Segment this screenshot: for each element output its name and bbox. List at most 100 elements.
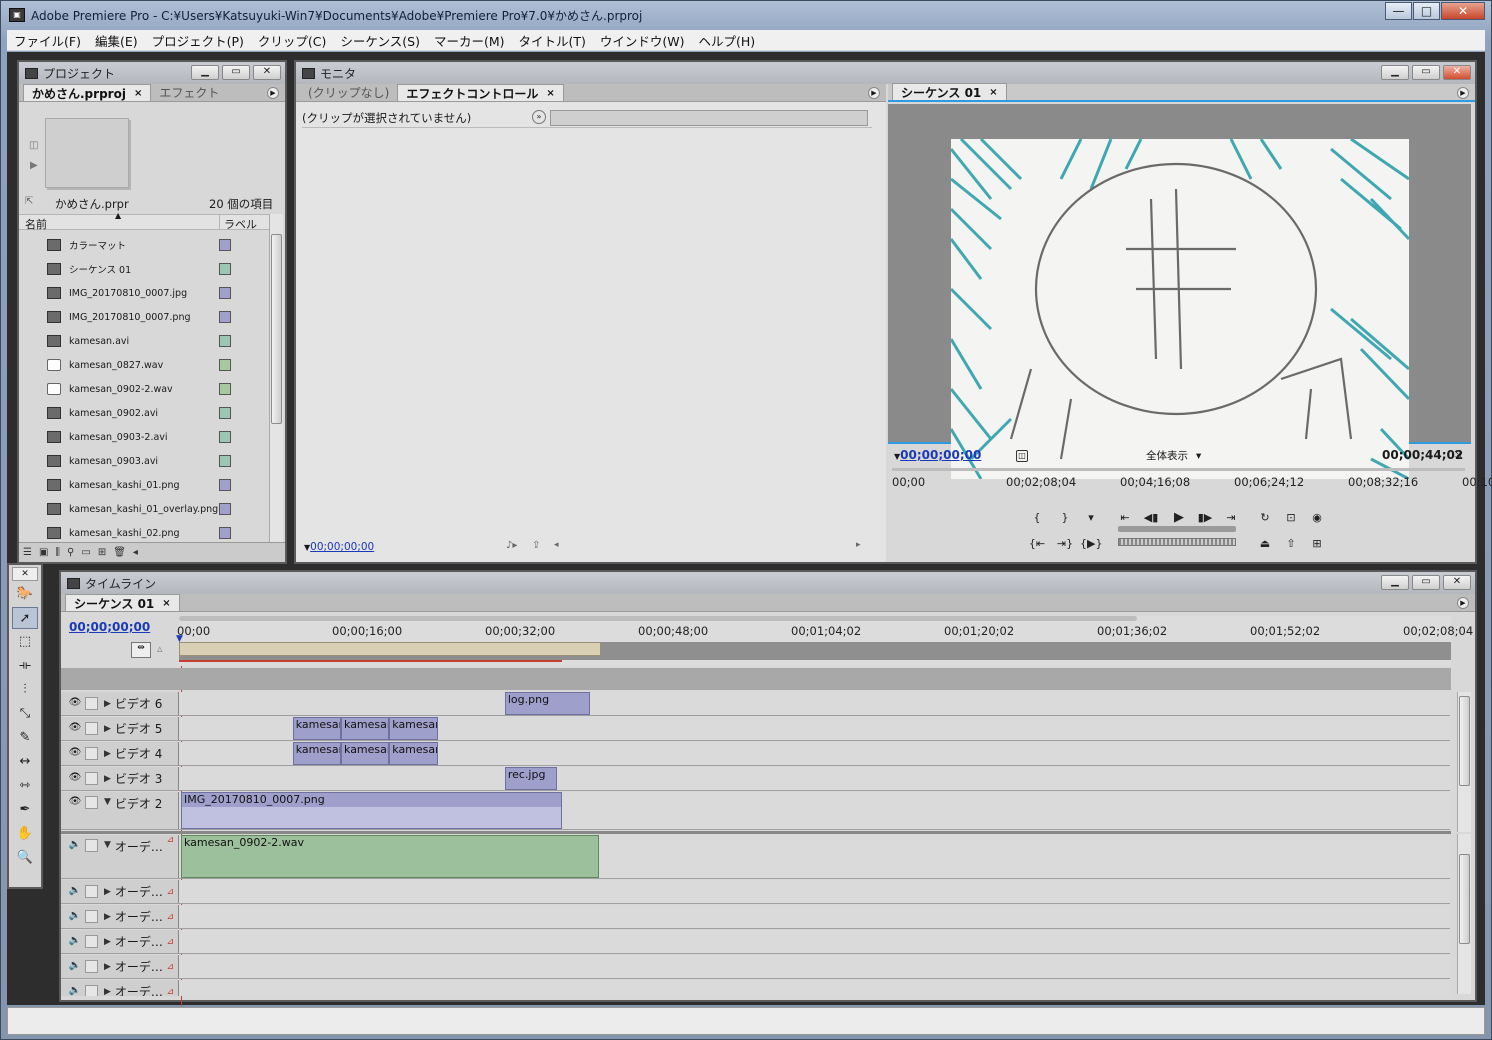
automate-icon[interactable]: ⫼ (55, 547, 60, 558)
ruler-toggle-icon[interactable]: ⇲ (1454, 450, 1462, 460)
video-clip[interactable]: log.png (504, 692, 590, 715)
program-timecode[interactable]: ▼00;00;00;00 (894, 448, 981, 462)
jog-wheel[interactable] (1118, 538, 1236, 546)
snap-toggle-icon[interactable]: ⇹ (131, 642, 151, 658)
monitor-close-button[interactable]: ✕ (1443, 65, 1471, 80)
video-clip[interactable]: kamesan (341, 742, 390, 765)
track-expand-icon[interactable]: ▶ (104, 774, 111, 784)
lock-toggle[interactable] (85, 885, 98, 898)
video-track[interactable]: 👁 ▶ ビデオ 3 rec.jpg (61, 767, 1450, 791)
go-to-in-button[interactable]: ⇤ (1114, 508, 1136, 528)
tab-timeline-sequence[interactable]: シーケンス 01 × (65, 594, 180, 611)
timeline-minimize-button[interactable]: ▁ (1381, 575, 1409, 590)
sync-lock-icon[interactable]: ⊿ (166, 835, 174, 845)
video-track[interactable]: 👁 ▶ ビデオ 6 log.png (61, 692, 1450, 716)
maximize-button[interactable]: □ (1413, 2, 1440, 20)
eye-icon[interactable]: 👁 (67, 722, 83, 736)
icon-view-icon[interactable]: ▣ (39, 547, 48, 558)
menu-edit[interactable]: 編集(E) (88, 31, 145, 50)
lock-toggle[interactable] (85, 985, 98, 996)
project-panel-close-button[interactable]: ✕ (253, 65, 281, 80)
menu-marker[interactable]: マーカー(M) (427, 31, 512, 50)
tab-effects[interactable]: エフェクト (151, 84, 227, 101)
timeline-restore-button[interactable]: ▭ (1412, 575, 1440, 590)
track-select-icon[interactable]: 🐎 (12, 583, 38, 605)
play-in-to-out-button[interactable]: {▶} (1080, 534, 1102, 554)
video-scrollbar[interactable] (1457, 692, 1471, 832)
step-forward-button[interactable]: ▮▶ (1194, 508, 1216, 528)
work-area-bar[interactable] (179, 642, 601, 656)
extract-button[interactable]: ⇧ (1280, 534, 1302, 554)
set-marker-icon[interactable]: ▵ (157, 642, 163, 655)
audio-only-icon[interactable]: ♪▸ (506, 540, 517, 551)
sync-lock-icon[interactable]: ⊿ (166, 937, 174, 947)
program-time-ruler[interactable]: 00;00 00;02;08;04 00;04;16;08 00;06;24;12 00… (892, 468, 1492, 492)
timeline-ruler[interactable]: 00;00 00;00;16;00 00;00;32;00 00;00;48;00 00… (176, 616, 1473, 666)
speaker-icon[interactable]: 🔈 (67, 935, 83, 949)
mark-in-button[interactable]: { (1026, 508, 1048, 528)
project-item[interactable]: kamesan.avi (19, 329, 264, 353)
new-bin-icon[interactable]: ▭ (81, 547, 90, 558)
project-item[interactable]: シーケンス 01 (19, 257, 264, 281)
menu-clip[interactable]: クリップ(C) (251, 31, 333, 50)
project-scrollbar[interactable] (269, 214, 283, 544)
effect-scrollbar[interactable] (870, 130, 884, 530)
speaker-icon[interactable]: 🔈 (67, 910, 83, 924)
find-icon[interactable]: ⚲ (67, 547, 74, 558)
safe-margin-icon[interactable]: ◫ (1016, 450, 1028, 462)
video-clip[interactable]: kamesan (341, 717, 390, 740)
track-expand-icon[interactable]: ▶ (104, 887, 111, 897)
go-to-out-button[interactable]: ⇥ (1220, 508, 1242, 528)
eye-icon[interactable]: 👁 (67, 697, 83, 711)
bin-up-icon[interactable]: ⇱ (25, 196, 33, 207)
rolling-edit-icon[interactable]: ⫶ (12, 679, 38, 701)
track-expand-icon[interactable]: ▼ (104, 840, 111, 850)
close-tab-icon[interactable]: × (162, 598, 170, 609)
timeline-close-button[interactable]: ✕ (1443, 575, 1471, 590)
video-clip[interactable]: IMG_20170810_0007.png (181, 792, 562, 829)
menu-window[interactable]: ウインドウ(W) (593, 31, 692, 50)
menu-sequence[interactable]: シーケンス(S) (333, 31, 427, 50)
eye-icon[interactable]: 👁 (67, 772, 83, 786)
close-tab-icon[interactable]: × (134, 88, 142, 99)
track-expand-icon[interactable]: ▶ (104, 937, 111, 947)
project-item[interactable]: kamesan_kashi_01_overlay.png (19, 497, 264, 521)
sync-lock-icon[interactable]: ⊿ (166, 962, 174, 972)
go-to-next-edit-button[interactable]: ⇥} (1054, 534, 1076, 554)
lock-toggle[interactable] (85, 935, 98, 948)
lift-button[interactable]: ⏏ (1254, 534, 1276, 554)
track-expand-icon[interactable]: ▶ (104, 962, 111, 972)
lock-toggle[interactable] (85, 796, 98, 809)
close-tab-icon[interactable]: × (989, 87, 997, 98)
project-item[interactable]: kamesan_0903-2.avi (19, 425, 264, 449)
zoom-bar[interactable] (179, 616, 1137, 621)
close-tab-icon[interactable]: × (546, 88, 554, 99)
menu-title[interactable]: タイトル(T) (512, 31, 593, 50)
video-clip[interactable]: kamesan (292, 742, 341, 765)
zoom-dropdown[interactable]: 全体表示 ▾ (1146, 448, 1201, 463)
zoom-icon[interactable]: 🔍 (12, 847, 38, 869)
lock-toggle[interactable] (85, 697, 98, 710)
close-button[interactable]: ✕ (1441, 2, 1485, 20)
monitor-minimize-button[interactable]: ▁ (1381, 65, 1409, 80)
audio-track[interactable]: 🔈 ▶ オーデ… ⊿ (61, 955, 1450, 979)
audio-track[interactable]: 🔈 ▼ オーデ… ⊿ kamesan_0902-2.wav (61, 835, 1450, 879)
panel-menu-icon[interactable]: ▶ (267, 87, 279, 99)
audio-track[interactable]: 🔈 ▶ オーデ… ⊿ (61, 905, 1450, 929)
step-back-button[interactable]: ◀▮ (1140, 508, 1162, 528)
tab-sequence-01[interactable]: シーケンス 01 × (892, 83, 1007, 100)
eye-icon[interactable]: 👁 (67, 747, 83, 761)
project-item[interactable]: kamesan_kashi_01.png (19, 473, 264, 497)
project-item[interactable]: kamesan_0827.wav (19, 353, 264, 377)
audio-clip[interactable]: kamesan_0902-2.wav (181, 835, 599, 878)
video-track[interactable]: 👁 ▶ ビデオ 4 kamesan kamesan kamesan (61, 742, 1450, 766)
speaker-icon[interactable]: 🔈 (67, 960, 83, 974)
speaker-icon[interactable]: 🔈 (67, 985, 83, 997)
timeline-timecode[interactable]: 00;00;00;00 (69, 620, 150, 634)
tools-close-icon[interactable]: ✕ (12, 567, 38, 581)
video-clip[interactable]: kamesan (389, 742, 438, 765)
sync-lock-icon[interactable]: ⊿ (166, 887, 174, 897)
project-panel-restore-button[interactable]: ▭ (222, 65, 250, 80)
timeline-panel-menu-icon[interactable]: ▶ (1457, 597, 1469, 609)
video-clip[interactable]: kamesan (292, 717, 341, 740)
